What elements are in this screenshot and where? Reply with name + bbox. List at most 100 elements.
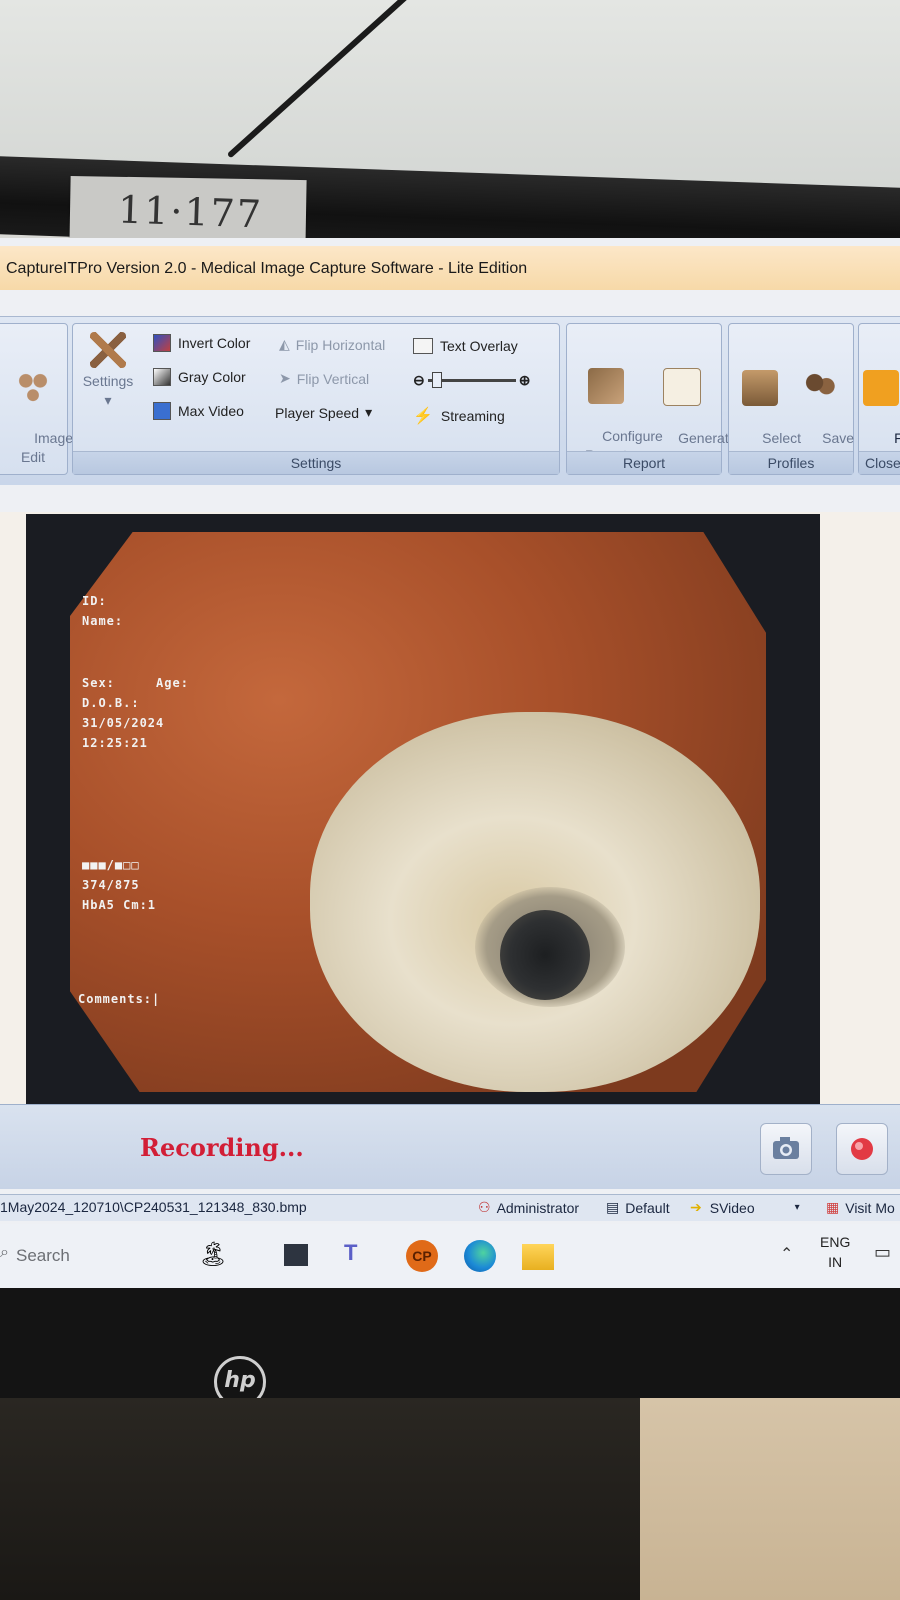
overlay-date: 31/05/2024 bbox=[82, 716, 165, 730]
overlay-name: Name: bbox=[82, 614, 124, 628]
camera-icon bbox=[773, 1137, 799, 1159]
image-edit-button[interactable]: Image Edit bbox=[3, 332, 73, 486]
status-profile-label: Default bbox=[625, 1199, 670, 1216]
language-indicator[interactable]: ENG IN bbox=[820, 1232, 850, 1272]
status-user[interactable]: ⚇ Administrator bbox=[478, 1199, 579, 1216]
status-user-label: Administrator bbox=[496, 1199, 580, 1216]
overlay-blocks: ■■■/■□□ bbox=[82, 858, 140, 872]
max-video-button[interactable]: Max Video bbox=[153, 402, 244, 420]
folder-icon[interactable] bbox=[522, 1244, 554, 1270]
text-overlay-button[interactable]: Text Overlay bbox=[413, 338, 518, 354]
grid-icon: ▦ bbox=[826, 1199, 840, 1215]
taskbar-search[interactable]: Search bbox=[16, 1246, 70, 1266]
screen: CaptureITPro Version 2.0 - Medical Image… bbox=[0, 238, 900, 1288]
label-tape-text: 11·177 bbox=[117, 187, 264, 237]
overlay-dob: D.O.B.: bbox=[82, 696, 140, 710]
status-profile[interactable]: ▤ Default bbox=[606, 1199, 670, 1216]
overlay-sex-age: Sex: Age: bbox=[82, 676, 189, 690]
zoom-slider[interactable]: ⊖ ⊕ bbox=[413, 372, 530, 389]
chevron-up-icon[interactable]: ⌃ bbox=[780, 1244, 793, 1264]
report-group-label: Report bbox=[567, 451, 721, 474]
search-icon: ⌕ bbox=[0, 1244, 9, 1261]
capture-image-button[interactable] bbox=[760, 1123, 812, 1175]
gray-color-label: Gray Color bbox=[178, 369, 246, 385]
close-group-label: Close bbox=[859, 451, 900, 474]
group-report: Configure Report Generate Report Report bbox=[566, 323, 737, 475]
player-speed-label: Player Speed bbox=[275, 404, 360, 421]
record-button[interactable] bbox=[836, 1123, 888, 1175]
document-icon: ▤ bbox=[606, 1199, 620, 1215]
profiles-group-label: Profiles bbox=[729, 451, 853, 474]
status-bar: 1May2024_120710\CP240531_121348_830.bmp … bbox=[0, 1194, 900, 1221]
flip-horizontal-button[interactable]: ◭ Flip Horizontal bbox=[279, 336, 385, 353]
invert-color-icon bbox=[153, 334, 171, 352]
flip-vertical-button[interactable]: ➤ Flip Vertical bbox=[279, 370, 369, 387]
gray-color-button[interactable]: Gray Color bbox=[153, 368, 246, 386]
select-profile-icon bbox=[742, 370, 778, 406]
flip-vertical-icon: ➤ bbox=[279, 370, 291, 386]
arrow-right-icon: ➔ bbox=[690, 1199, 702, 1215]
status-source[interactable]: ➔ SVideo ▾ bbox=[690, 1199, 800, 1216]
status-visit-label: Visit Mo bbox=[845, 1199, 895, 1216]
flip-vertical-label: Flip Vertical bbox=[296, 370, 370, 387]
group-settings: Settings ▾ Invert Color Gray Color Max V… bbox=[72, 323, 560, 475]
endoscopy-image bbox=[70, 532, 766, 1092]
text-overlay-icon bbox=[413, 338, 433, 354]
desk-surface bbox=[640, 1398, 900, 1600]
users-icon bbox=[802, 370, 838, 406]
user-icon: ⚇ bbox=[478, 1199, 491, 1215]
streaming-label: Streaming bbox=[440, 408, 505, 424]
text-overlay-label: Text Overlay bbox=[440, 338, 518, 354]
chevron-down-icon: ▾ bbox=[794, 1202, 800, 1213]
chevron-down-icon: ▾ bbox=[365, 404, 373, 420]
taskbar: ⌕ Search 🏝 T CP ⌃ ENG IN ▭ bbox=[0, 1224, 900, 1288]
settings-button[interactable]: Settings ▾ bbox=[77, 332, 139, 410]
overlay-time: 12:25:21 bbox=[82, 736, 148, 750]
overlay-comments: Comments:| bbox=[78, 992, 161, 1006]
task-view-icon[interactable] bbox=[284, 1244, 308, 1266]
beach-widget-icon[interactable]: 🏝 bbox=[198, 1240, 258, 1272]
lang-label: ENG bbox=[820, 1234, 851, 1250]
captureit-app-icon[interactable]: CP bbox=[406, 1240, 438, 1272]
generate-report-icon bbox=[663, 368, 701, 406]
invert-color-button[interactable]: Invert Color bbox=[153, 334, 250, 352]
zoom-slider-track[interactable] bbox=[427, 372, 516, 388]
teams-icon[interactable]: T bbox=[344, 1240, 376, 1272]
tools-icon bbox=[90, 332, 126, 368]
window-title: CaptureITPro Version 2.0 - Medical Image… bbox=[6, 260, 528, 277]
group-close: Finish GoBac Close bbox=[858, 323, 900, 475]
status-visit[interactable]: ▦ Visit Mo bbox=[826, 1199, 895, 1216]
gray-color-icon bbox=[153, 368, 171, 386]
max-video-label: Max Video bbox=[178, 403, 244, 419]
zoom-in-icon: ⊕ bbox=[518, 372, 531, 388]
folder-icon bbox=[863, 370, 899, 406]
overlay-code: 374/875 bbox=[82, 878, 140, 892]
flip-horizontal-icon: ◭ bbox=[279, 336, 290, 352]
title-bar: CaptureITPro Version 2.0 - Medical Image… bbox=[0, 246, 900, 290]
video-feed[interactable]: ID: Name: Sex: Age: D.O.B.: 31/05/2024 1… bbox=[26, 514, 820, 1114]
region-label: IN bbox=[828, 1254, 843, 1270]
edge-icon[interactable] bbox=[464, 1240, 496, 1272]
streaming-button[interactable]: ⚡ Streaming bbox=[413, 406, 505, 426]
lightning-icon: ⚡ bbox=[413, 408, 433, 425]
status-path: 1May2024_120710\CP240531_121348_830.bmp bbox=[0, 1199, 307, 1215]
flip-horizontal-label: Flip Horizontal bbox=[295, 336, 386, 353]
record-icon bbox=[851, 1138, 873, 1160]
ribbon: Image Edit Settings ▾ Invert Color Gray … bbox=[0, 316, 900, 485]
image-edit-label: Image Edit bbox=[20, 430, 74, 465]
settings-label: Settings bbox=[82, 373, 134, 389]
lumen-center bbox=[500, 910, 590, 1000]
recording-status: Recording... bbox=[140, 1133, 304, 1162]
overlay-misc: HbA5 Cm:1 bbox=[82, 898, 157, 912]
chevron-down-icon: ▾ bbox=[104, 392, 112, 408]
monitor-bezel-bottom bbox=[0, 1288, 900, 1398]
capture-bar: Recording... bbox=[0, 1104, 900, 1189]
zoom-slider-thumb[interactable] bbox=[431, 372, 442, 388]
zoom-out-icon: ⊖ bbox=[413, 372, 425, 388]
image-edit-icon bbox=[15, 370, 51, 406]
player-speed-dropdown[interactable]: Player Speed ▾ bbox=[275, 404, 372, 421]
configure-report-icon bbox=[588, 368, 624, 404]
display-icon[interactable]: ▭ bbox=[874, 1242, 891, 1263]
settings-group-label: Settings bbox=[73, 451, 559, 474]
group-profiles: Select Profile Save Profile Profiles bbox=[728, 323, 854, 475]
